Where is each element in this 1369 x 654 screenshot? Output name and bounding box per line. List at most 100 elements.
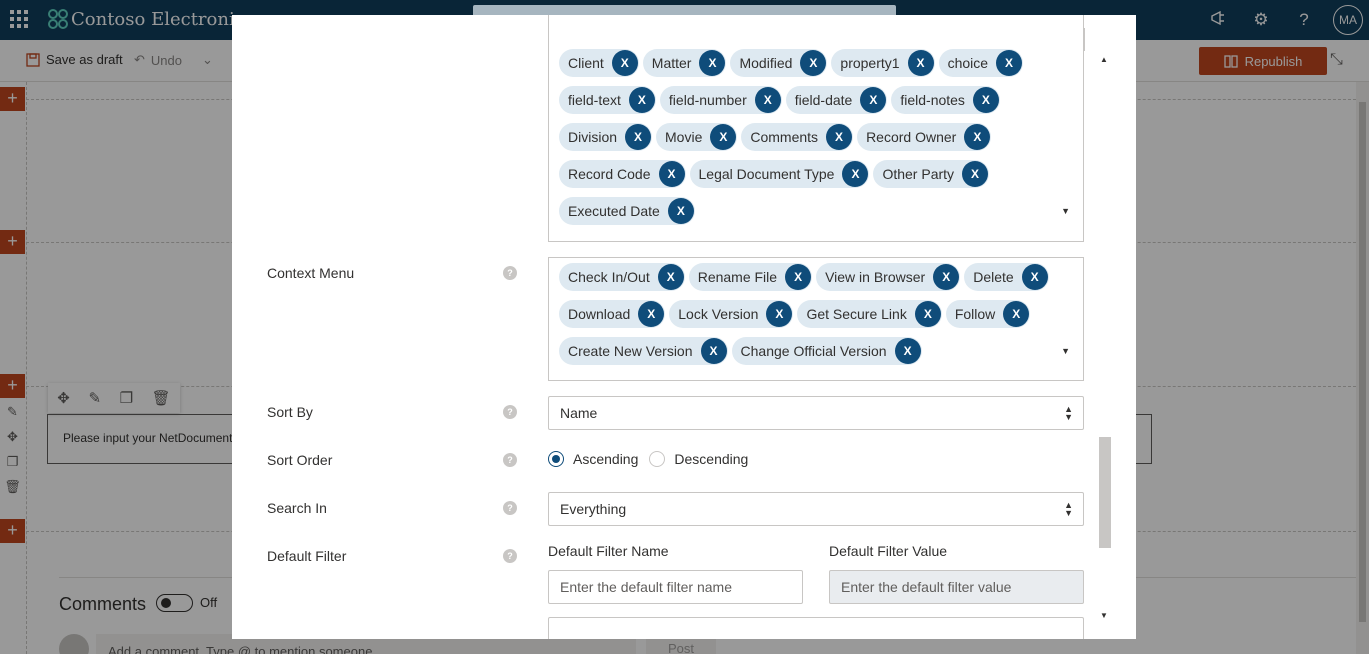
remove-tag-icon[interactable]: X [625, 124, 652, 150]
column-tag: Executed Date X [559, 197, 695, 225]
column-tag: field-notes X [891, 86, 1000, 114]
tag-label: Get Secure Link [806, 306, 907, 322]
remove-tag-icon[interactable]: X [860, 87, 887, 113]
column-tag: Record Code X [559, 160, 686, 188]
context-menu-tag: Create New Version X [559, 337, 728, 365]
default-filter-name-input[interactable] [548, 570, 803, 604]
tag-label: Lock Version [678, 306, 759, 322]
sort-by-label: Sort By [267, 404, 313, 420]
column-tag: Comments X [741, 123, 854, 151]
remove-tag-icon[interactable]: X [628, 87, 655, 113]
tag-label: Check In/Out [568, 269, 650, 285]
help-icon[interactable]: ? [503, 501, 517, 515]
caret-down-icon[interactable]: ▼ [1061, 346, 1070, 356]
remove-tag-icon[interactable]: X [638, 301, 665, 327]
tag-label: Division [568, 129, 618, 145]
next-field-input[interactable] [548, 617, 1084, 639]
sort-by-select[interactable]: Name ▲ ▼ [548, 396, 1084, 430]
remove-tag-icon[interactable]: X [826, 124, 853, 150]
scroll-up-icon[interactable]: ▲ [1100, 55, 1108, 64]
column-tag: choice X [938, 49, 1024, 77]
remove-tag-icon[interactable]: X [667, 198, 694, 224]
remove-tag-icon[interactable]: X [972, 87, 999, 113]
default-filter-label: Default Filter [267, 548, 347, 564]
remove-tag-icon[interactable]: X [933, 264, 960, 290]
help-icon[interactable]: ? [503, 453, 517, 467]
tag-label: Other Party [882, 166, 955, 182]
context-menu-tag-list: Check In/Out X Rename File X View in Browser… [559, 263, 1059, 365]
remove-tag-icon[interactable]: X [894, 338, 921, 364]
remove-tag-icon[interactable]: X [996, 50, 1023, 76]
context-menu-tag: Delete X [964, 263, 1049, 291]
modal-scrollbar[interactable]: ▲ ▼ [1098, 51, 1112, 625]
column-tag: field-date X [785, 86, 888, 114]
tag-label: Modified [739, 55, 793, 71]
context-menu-tag: Rename File X [688, 263, 813, 291]
select-arrows-icon: ▲ ▼ [1064, 404, 1073, 422]
webpart-settings-modal: × ClientXMatterXModifiedXproperty1Xchoic… [232, 15, 1136, 639]
remove-tag-icon[interactable]: X [964, 124, 991, 150]
remove-tag-icon[interactable]: X [658, 161, 685, 187]
column-tag: Division X [559, 123, 653, 151]
help-icon[interactable]: ? [503, 549, 517, 563]
radio-descending[interactable] [649, 451, 666, 467]
tag-label: Create New Version [568, 343, 693, 359]
tag-label: Rename File [697, 269, 778, 285]
tag-label: Client [568, 55, 604, 71]
remove-tag-icon[interactable]: X [754, 87, 781, 113]
tag-label: Executed Date [568, 203, 660, 219]
remove-tag-icon[interactable]: X [700, 338, 727, 364]
tag-label: Legal Document Type [698, 166, 835, 182]
context-menu-tag: Check In/Out X [559, 263, 685, 291]
context-menu-tag: Lock Version X [669, 300, 794, 328]
scroll-down-icon[interactable]: ▼ [1100, 611, 1108, 620]
default-filter-value-input [829, 570, 1084, 604]
remove-tag-icon[interactable]: X [785, 264, 812, 290]
columns-tagbox[interactable]: Client X Matter X Modified Xproperty1 Xchoice X… [548, 15, 1084, 242]
context-menu-tagbox[interactable]: Check In/Out X Rename File X View in Browser… [548, 257, 1084, 381]
column-tag: Record Owner X [857, 123, 992, 151]
caret-down-icon[interactable]: ▼ [1061, 206, 1070, 216]
search-in-label: Search In [267, 500, 327, 516]
remove-tag-icon[interactable]: X [907, 50, 934, 76]
tag-label: View in Browser [825, 269, 926, 285]
radio-descending-label: Descending [674, 451, 749, 467]
radio-ascending[interactable] [548, 451, 564, 467]
remove-tag-icon[interactable]: X [842, 161, 869, 187]
help-icon[interactable]: ? [503, 405, 517, 419]
search-in-value: Everything [560, 501, 627, 517]
tag-label: Delete [973, 269, 1014, 285]
remove-tag-icon[interactable]: X [657, 264, 684, 290]
tag-label: field-notes [900, 92, 965, 108]
column-tag: Client X [559, 49, 639, 77]
remove-tag-icon[interactable]: X [766, 301, 793, 327]
context-menu-tag: Get Secure Link X [797, 300, 942, 328]
tag-label: Movie [665, 129, 703, 145]
tag-label: field-text [568, 92, 621, 108]
context-menu-tag: Download X [559, 300, 666, 328]
remove-tag-icon[interactable]: X [962, 161, 989, 187]
remove-tag-icon[interactable]: X [800, 50, 827, 76]
radio-ascending-label: Ascending [573, 451, 639, 467]
remove-tag-icon[interactable]: X [699, 50, 726, 76]
tag-label: Download [568, 306, 631, 322]
tag-label: field-number [668, 92, 747, 108]
remove-tag-icon[interactable]: X [710, 124, 737, 150]
tag-label: property1 [840, 55, 900, 71]
scroll-thumb[interactable] [1099, 437, 1111, 548]
tag-label: Follow [954, 306, 996, 322]
search-in-select[interactable]: Everything ▲ ▼ [548, 492, 1084, 526]
column-tag: field-text X [559, 86, 656, 114]
remove-tag-icon[interactable]: X [611, 50, 638, 76]
column-tag: Modified X [730, 49, 828, 77]
remove-tag-icon[interactable]: X [1003, 301, 1030, 327]
column-tag: Movie X [656, 123, 738, 151]
remove-tag-icon[interactable]: X [914, 301, 941, 327]
default-filter-value-label: Default Filter Value [829, 543, 948, 559]
help-icon[interactable]: ? [503, 266, 517, 280]
sort-order-radio-group: Ascending Descending [548, 451, 748, 467]
select-arrows-icon: ▲ ▼ [1064, 500, 1073, 518]
tag-label: choice [947, 55, 989, 71]
column-tag: Legal Document Type X [689, 160, 870, 188]
remove-tag-icon[interactable]: X [1021, 264, 1048, 290]
